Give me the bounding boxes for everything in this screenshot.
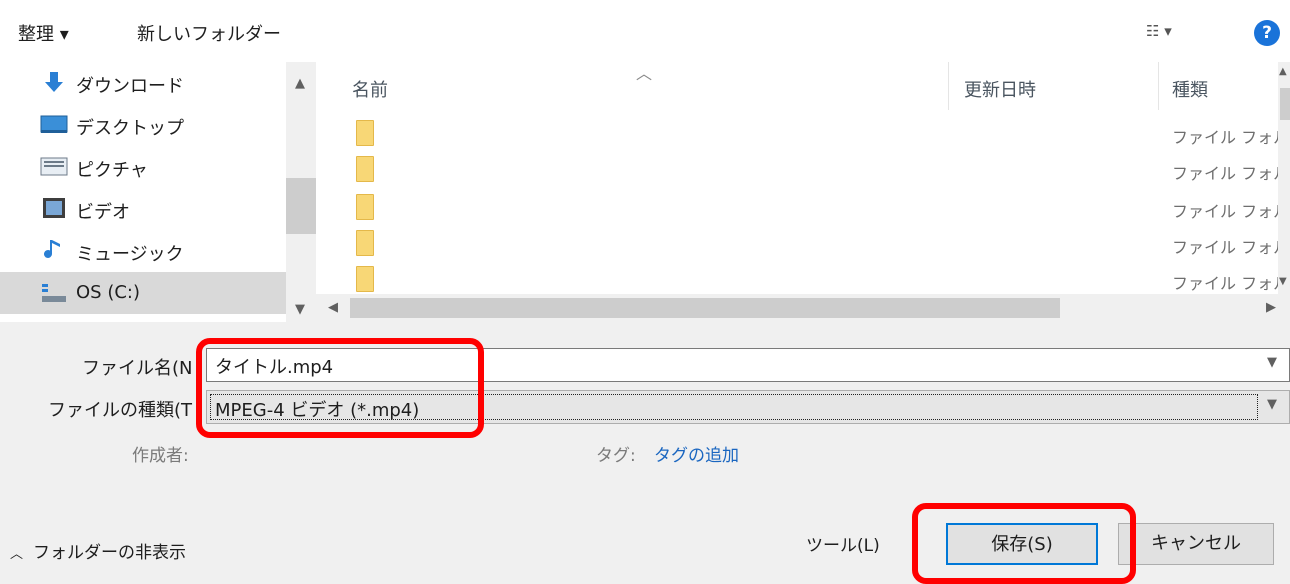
folder-icon xyxy=(356,120,374,146)
scroll-right-icon[interactable]: ▶ xyxy=(1266,300,1276,315)
scroll-left-icon[interactable]: ◀ xyxy=(328,300,338,315)
folder-icon xyxy=(356,266,374,292)
column-header-type[interactable]: 種類 xyxy=(1172,76,1208,102)
nav-item-label: デスクトップ xyxy=(76,118,184,139)
nav-scroll-thumb[interactable] xyxy=(286,178,316,234)
save-button[interactable]: 保存(S) xyxy=(946,523,1098,565)
folder-icon xyxy=(356,156,374,182)
column-header-modified[interactable]: 更新日時 xyxy=(964,76,1036,102)
filetype-label: ファイルの種類(T xyxy=(48,400,193,421)
nav-item-os-drive[interactable]: OS (C:) xyxy=(0,272,286,314)
pictures-icon xyxy=(40,157,68,176)
folder-icon xyxy=(356,230,374,256)
view-options-button[interactable]: ☷ ▾ xyxy=(1146,22,1172,40)
file-type-cell: ファイル フォル xyxy=(1172,202,1290,221)
nav-scrollbar[interactable]: ▲ ▼ xyxy=(286,62,316,322)
hide-folders-label: フォルダーの非表示 xyxy=(33,543,187,563)
scroll-down-icon[interactable]: ▼ xyxy=(1279,276,1287,287)
folder-icon xyxy=(356,194,374,220)
scroll-down-icon[interactable]: ▼ xyxy=(295,302,305,317)
file-type-cell: ファイル フォル xyxy=(1172,164,1290,183)
filename-label: ファイル名(N xyxy=(82,358,193,379)
chevron-down-icon[interactable]: ▼ xyxy=(1267,355,1277,370)
filename-input[interactable]: タイトル.mp4 ▼ xyxy=(206,348,1290,382)
chevron-down-icon[interactable]: ▼ xyxy=(1267,397,1277,412)
scroll-up-icon[interactable]: ▲ xyxy=(295,76,305,91)
column-divider[interactable] xyxy=(948,62,949,110)
file-type-cell: ファイル フォル xyxy=(1172,274,1290,293)
sort-ascending-icon: ︿ xyxy=(636,64,653,83)
file-list-horizontal-scrollbar[interactable]: ◀ ▶ xyxy=(316,294,1290,322)
file-type-cell: ファイル フォル xyxy=(1172,238,1290,257)
file-list-vertical-scrollbar[interactable]: ▲ ▼ xyxy=(1278,62,1290,294)
file-list: ︿ 名前 更新日時 種類 ファイル フォル ファイル フォル ファイル フォル … xyxy=(316,62,1290,294)
download-arrow-icon xyxy=(45,72,63,92)
navigation-pane: ダウンロード デスクトップ ピクチャ ビデオ ミュージック OS (C:) xyxy=(0,62,286,322)
desktop-icon xyxy=(40,115,68,133)
cancel-button[interactable]: キャンセル xyxy=(1118,523,1274,565)
column-divider[interactable] xyxy=(1158,62,1159,110)
nav-item-label: OS (C:) xyxy=(76,282,140,303)
nav-item-label: ダウンロード xyxy=(76,76,184,97)
column-header-name[interactable]: 名前 xyxy=(352,76,388,102)
nav-item-desktop[interactable]: デスクトップ xyxy=(0,104,286,146)
filename-value: タイトル.mp4 xyxy=(215,357,334,378)
nav-item-downloads[interactable]: ダウンロード xyxy=(0,62,286,104)
help-icon[interactable]: ? xyxy=(1254,20,1280,46)
video-icon xyxy=(43,198,65,218)
nav-item-music[interactable]: ミュージック xyxy=(0,230,286,272)
tags-label: タグ: xyxy=(596,446,636,466)
vertical-scroll-thumb[interactable] xyxy=(1280,88,1290,120)
new-folder-button[interactable]: 新しいフォルダー xyxy=(137,20,281,46)
nav-item-label: ミュージック xyxy=(76,244,184,265)
nav-item-pictures[interactable]: ピクチャ xyxy=(0,146,286,188)
scroll-up-icon[interactable]: ▲ xyxy=(1279,66,1287,77)
nav-item-videos[interactable]: ビデオ xyxy=(0,188,286,230)
drive-icon xyxy=(42,284,66,302)
author-label: 作成者: xyxy=(132,446,189,466)
horizontal-scroll-thumb[interactable] xyxy=(350,298,1060,318)
organize-menu[interactable]: 整理 ▾ xyxy=(18,20,69,46)
file-type-cell: ファイル フォル xyxy=(1172,128,1290,147)
chevron-up-icon: ︿ xyxy=(10,547,24,562)
nav-item-label: ビデオ xyxy=(76,202,130,223)
music-note-icon xyxy=(44,240,60,258)
tools-menu[interactable]: ツール(L) xyxy=(806,531,880,556)
tools-label: ツール(L) xyxy=(806,536,880,556)
filetype-select[interactable]: MPEG-4 ビデオ (*.mp4) ▼ xyxy=(206,390,1290,424)
filetype-value: MPEG-4 ビデオ (*.mp4) xyxy=(215,400,420,421)
toolbar: 整理 ▾ 新しいフォルダー ☷ ▾ ? xyxy=(0,0,1290,62)
nav-item-label: ピクチャ xyxy=(76,160,148,181)
add-tag-link[interactable]: タグの追加 xyxy=(654,441,739,466)
hide-folders-toggle[interactable]: ︿ フォルダーの非表示 xyxy=(10,538,186,563)
